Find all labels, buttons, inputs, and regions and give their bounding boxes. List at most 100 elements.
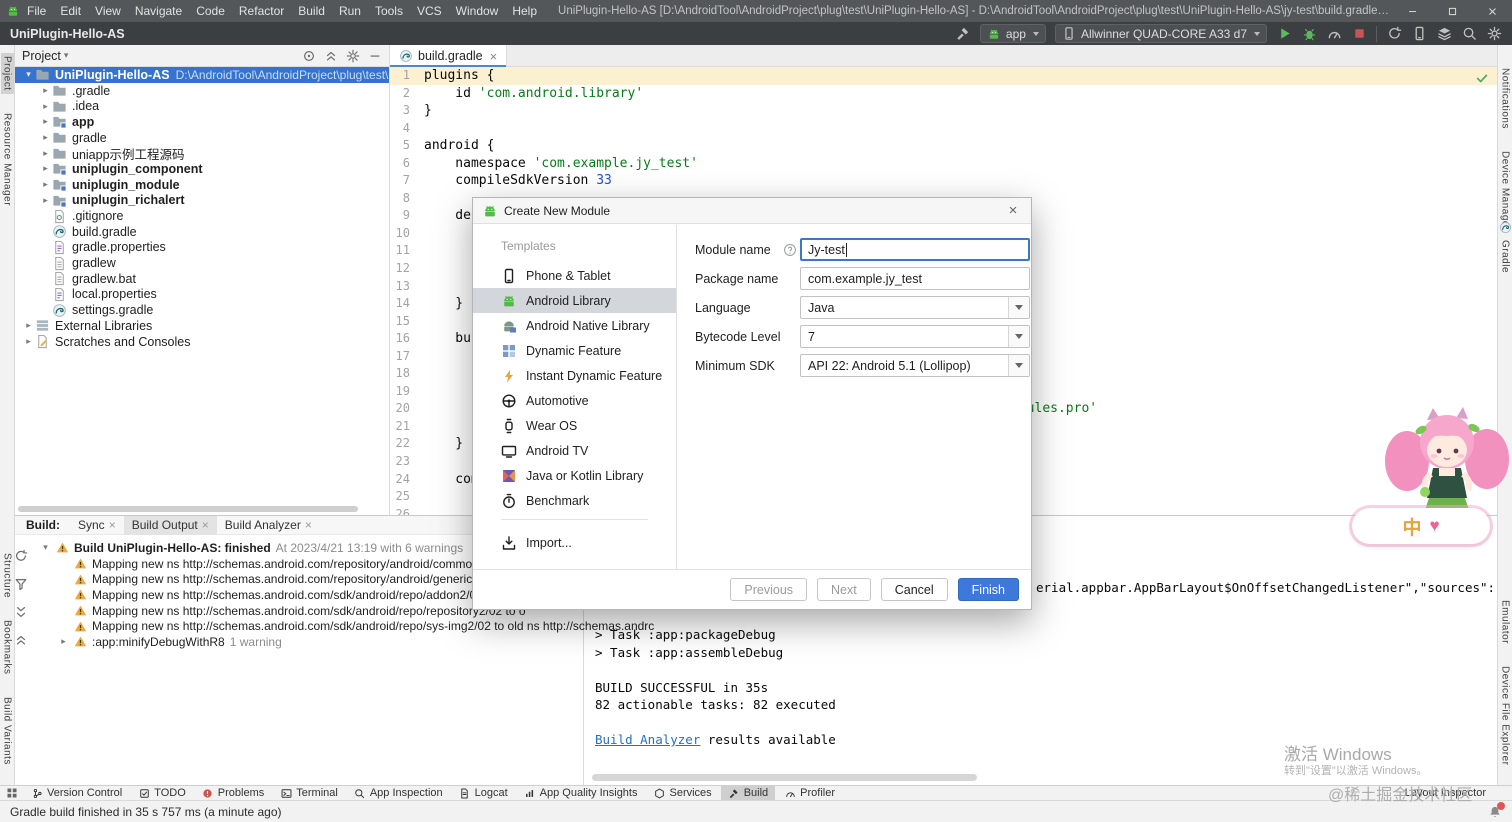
close-tab-icon[interactable]: × xyxy=(305,518,312,532)
stop-button[interactable] xyxy=(1351,26,1367,42)
menu-window[interactable]: Window xyxy=(449,0,506,22)
chevron-right-icon[interactable]: ▸ xyxy=(39,195,52,206)
toolwindow-resource-manager[interactable]: Resource Manager xyxy=(1,110,14,209)
locate-file-icon[interactable] xyxy=(302,49,316,63)
toolwindow-notifications[interactable]: Notifications xyxy=(1499,65,1512,132)
tree-row[interactable]: ▸uniapp示例工程源码 xyxy=(15,145,389,161)
template-item-android-native-library[interactable]: Android Native Library xyxy=(473,313,676,338)
finish-button[interactable]: Finish xyxy=(958,578,1019,601)
gradle-tool-button[interactable]: Gradle xyxy=(1498,221,1512,276)
toolwindow-layout-inspector[interactable]: Layout Inspector xyxy=(1405,787,1486,799)
chevron-down-icon[interactable]: ▾ xyxy=(22,69,35,80)
template-item-phone-tablet[interactable]: Phone & Tablet xyxy=(473,263,676,288)
cancel-button[interactable]: Cancel xyxy=(881,578,948,601)
tab-build-gradle[interactable]: build.gradle × xyxy=(390,45,507,67)
chevron-right-icon[interactable]: ▸ xyxy=(39,179,52,190)
tree-row[interactable]: ▸.idea xyxy=(15,98,389,114)
device-select[interactable]: Allwinner QUAD-CORE A33 d7 xyxy=(1055,24,1267,43)
chevron-right-icon[interactable]: ▸ xyxy=(39,132,52,143)
statusbar-item-problems[interactable]: Problems xyxy=(195,786,271,801)
dialog-close-icon[interactable]: × xyxy=(1004,202,1022,219)
template-item-android-tv[interactable]: Android TV xyxy=(473,438,676,463)
tree-row[interactable]: ▸.gradle xyxy=(15,83,389,99)
build-tab-sync[interactable]: Sync× xyxy=(70,516,124,535)
template-item-wear-os[interactable]: Wear OS xyxy=(473,413,676,438)
module-name-input[interactable]: Jy-test xyxy=(800,238,1030,261)
statusbar-item-version-control[interactable]: Version Control xyxy=(24,786,129,801)
minimum-sdk-select[interactable]: API 22: Android 5.1 (Lollipop) xyxy=(800,354,1030,377)
tree-row[interactable]: gradlew.bat xyxy=(15,271,389,287)
tree-row[interactable]: ▸uniplugin_component xyxy=(15,161,389,177)
menu-edit[interactable]: Edit xyxy=(53,0,88,22)
toolwindow-gradle[interactable]: Gradle xyxy=(1499,237,1512,276)
menu-run[interactable]: Run xyxy=(332,0,368,22)
tree-row[interactable]: ▸app xyxy=(15,114,389,130)
tree-row[interactable]: gradlew xyxy=(15,255,389,271)
build-tab-build-output[interactable]: Build Output× xyxy=(124,516,217,535)
close-window-button[interactable] xyxy=(1472,0,1512,22)
debug-button[interactable] xyxy=(1301,26,1317,42)
tree-row[interactable]: ▸uniplugin_richalert xyxy=(15,193,389,209)
template-item-android-library[interactable]: Android Library xyxy=(473,288,676,313)
gradle-sync-button[interactable] xyxy=(1386,26,1402,42)
toolwindow-build-variants[interactable]: Build Variants xyxy=(1,694,14,768)
run-button[interactable] xyxy=(1276,26,1292,42)
chevron-right-icon[interactable]: ▸ xyxy=(22,320,35,331)
package-name-input[interactable]: com.example.jy_test xyxy=(800,267,1030,290)
console-horizontal-scrollbar[interactable] xyxy=(592,774,977,781)
template-item-automotive[interactable]: Automotive xyxy=(473,388,676,413)
toolwindow-structure[interactable]: Structure xyxy=(1,550,14,601)
statusbar-item-terminal[interactable]: Terminal xyxy=(273,786,345,801)
menu-view[interactable]: View xyxy=(88,0,128,22)
hide-panel-icon[interactable] xyxy=(368,49,382,63)
previous-button[interactable]: Previous xyxy=(730,578,807,601)
tree-row[interactable]: local.properties xyxy=(15,287,389,303)
project-horizontal-scrollbar[interactable] xyxy=(18,506,358,512)
menu-tools[interactable]: Tools xyxy=(368,0,410,22)
menu-code[interactable]: Code xyxy=(189,0,232,22)
chevron-right-icon[interactable]: ▸ xyxy=(39,85,52,96)
toolwindow-switcher-icon[interactable] xyxy=(6,787,18,799)
toolwindow-project[interactable]: Project xyxy=(1,53,14,94)
tree-row[interactable]: ▸Scratches and Consoles xyxy=(15,334,389,350)
template-item-instant-dynamic-feature[interactable]: Instant Dynamic Feature xyxy=(473,363,676,388)
close-tab-icon[interactable]: × xyxy=(490,49,498,64)
menu-vcs[interactable]: VCS xyxy=(410,0,449,22)
chevron-down-icon[interactable]: ▾ xyxy=(40,542,51,553)
filter-icon[interactable] xyxy=(13,576,29,592)
tree-row[interactable]: gradle.properties xyxy=(15,240,389,256)
menu-help[interactable]: Help xyxy=(505,0,544,22)
menu-refactor[interactable]: Refactor xyxy=(232,0,291,22)
sdk-manager-button[interactable] xyxy=(1436,26,1452,42)
tree-row[interactable]: .gitignore xyxy=(15,208,389,224)
statusbar-item-build[interactable]: Build xyxy=(721,786,775,801)
build-hammer-icon[interactable] xyxy=(955,26,971,42)
tree-row[interactable]: build.gradle xyxy=(15,224,389,240)
device-manager-button[interactable] xyxy=(1411,26,1427,42)
collapse-all-icon[interactable] xyxy=(324,49,338,63)
run-config-select[interactable]: app xyxy=(980,24,1046,43)
tree-row[interactable]: settings.gradle xyxy=(15,302,389,318)
menu-navigate[interactable]: Navigate xyxy=(128,0,189,22)
profile-button[interactable] xyxy=(1326,26,1342,42)
chevron-right-icon[interactable]: ▸ xyxy=(39,116,52,127)
language-select[interactable]: Java xyxy=(800,296,1030,319)
template-item-dynamic-feature[interactable]: Dynamic Feature xyxy=(473,338,676,363)
chevron-right-icon[interactable]: ▸ xyxy=(58,636,69,647)
statusbar-item-app-inspection[interactable]: App Inspection xyxy=(347,786,450,801)
menu-build[interactable]: Build xyxy=(291,0,332,22)
panel-settings-icon[interactable] xyxy=(346,49,360,63)
statusbar-item-app-quality-insights[interactable]: App Quality Insights xyxy=(517,786,645,801)
toolwindow-bookmarks[interactable]: Bookmarks xyxy=(1,617,14,678)
statusbar-item-profiler[interactable]: Profiler xyxy=(777,786,842,801)
build-analyzer-link[interactable]: Build Analyzer xyxy=(595,732,700,747)
dialog-title-bar[interactable]: Create New Module × xyxy=(473,198,1031,224)
close-tab-icon[interactable]: × xyxy=(109,518,116,532)
statusbar-item-services[interactable]: Services xyxy=(647,786,719,801)
collapse-all-icon[interactable] xyxy=(13,632,29,648)
statusbar-item-todo[interactable]: TODO xyxy=(131,786,193,801)
tree-row[interactable]: ▸External Libraries xyxy=(15,318,389,334)
chevron-right-icon[interactable]: ▸ xyxy=(22,336,35,347)
search-everywhere-button[interactable] xyxy=(1461,26,1477,42)
rerun-build-icon[interactable] xyxy=(13,548,29,564)
